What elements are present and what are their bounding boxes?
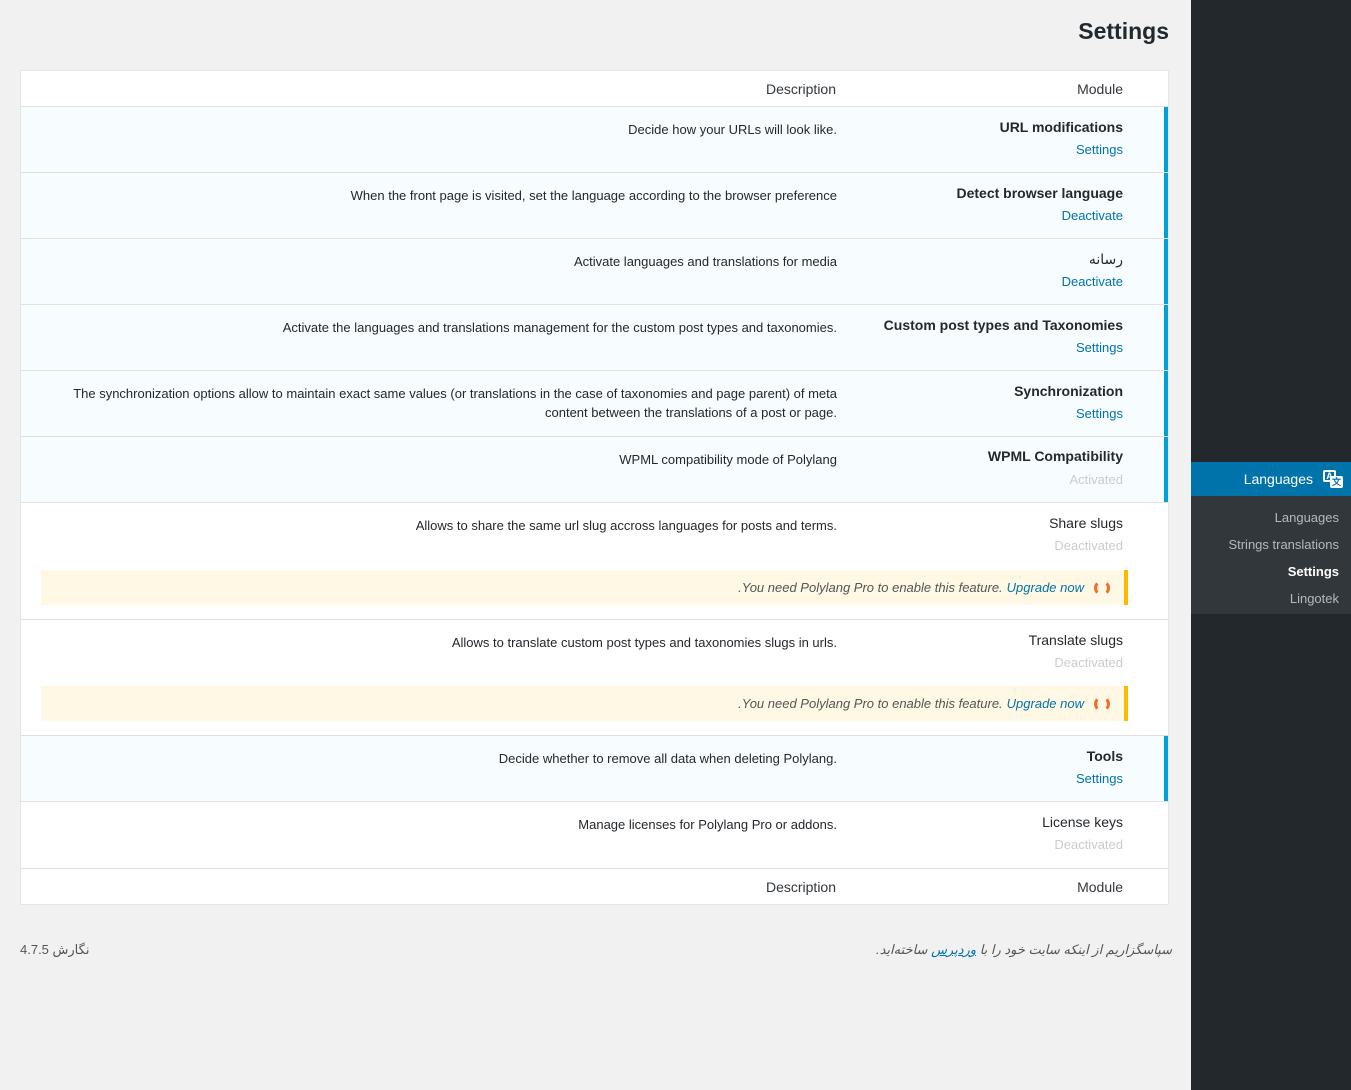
table-row-detect-browser-language: Detect browser language Deactivate When …	[21, 173, 1168, 239]
module-description: WPML compatibility mode of Polylang	[619, 452, 837, 467]
upgrade-now-link[interactable]: Upgrade now	[1007, 696, 1084, 711]
table-row-share-slugs: Share slugs Deactivated .Allows to share…	[21, 503, 1168, 620]
description-line-2: .content between the translations of a p…	[545, 405, 837, 420]
column-footer-description[interactable]: Description	[766, 879, 836, 895]
module-description: .Activate the languages and translations…	[282, 320, 837, 335]
module-description: Activate languages and translations for …	[573, 254, 837, 269]
description-line-1: The synchronization options allow to mai…	[73, 386, 837, 401]
column-footer-module[interactable]: Module	[1077, 879, 1123, 895]
module-description: .Decide whether to remove all data when …	[498, 751, 837, 766]
table-header: Module Description	[21, 71, 1168, 107]
module-description: When the front page is visited, set the …	[350, 188, 837, 203]
module-action-link[interactable]: Settings	[1076, 771, 1123, 786]
module-name: Custom post types and Taxonomies	[883, 317, 1123, 333]
column-header-description[interactable]: Description	[766, 81, 836, 97]
menu-languages[interactable]: Languages A文	[1191, 462, 1351, 496]
notice-text: .You need Polylang Pro to enable this fe…	[738, 696, 1003, 711]
table-row-tools: Tools Settings .Decide whether to remove…	[21, 736, 1168, 802]
refresh-icon	[1094, 695, 1110, 712]
table-footer: Module Description	[21, 868, 1168, 904]
upgrade-now-link[interactable]: Upgrade now	[1007, 580, 1084, 595]
module-status: Activated	[1069, 472, 1123, 487]
module-name: WPML Compatibility	[987, 448, 1123, 464]
module-name: رسانه	[1088, 251, 1123, 267]
module-name: Translate slugs	[1028, 632, 1123, 648]
languages-submenu: Languages Strings translations Settings …	[1191, 496, 1351, 614]
module-name: Share slugs	[1049, 515, 1123, 531]
table-row-media: رسانه Deactivate Activate languages and …	[21, 239, 1168, 305]
table-row-wpml-compatibility: WPML Compatibility Activated WPML compat…	[21, 437, 1168, 503]
table-row-synchronization: Synchronization Settings The synchroniza…	[21, 371, 1168, 437]
footer-thanks: سپاسگزاریم از اینکه سایت خود را با وردپر…	[800, 942, 1172, 958]
module-name: URL modifications	[999, 119, 1123, 135]
submenu-item-languages[interactable]: Languages	[1191, 504, 1351, 531]
module-action-link[interactable]: Deactivate	[1062, 274, 1123, 289]
footer-thanks-before: سپاسگزاریم از اینکه سایت خود را با	[979, 942, 1172, 957]
table-row-custom-post-types: Custom post types and Taxonomies Setting…	[21, 305, 1168, 371]
refresh-icon	[1094, 579, 1110, 596]
module-description: .Allows to share the same url slug accro…	[415, 518, 837, 533]
module-action-link[interactable]: Settings	[1076, 340, 1123, 355]
upgrade-notice: .You need Polylang Pro to enable this fe…	[41, 686, 1128, 721]
table-row-translate-slugs: Translate slugs Deactivated .Allows to t…	[21, 620, 1168, 736]
module-name: License keys	[1042, 814, 1123, 830]
page-title: Settings	[1078, 18, 1169, 44]
module-status: Deactivated	[1054, 655, 1123, 670]
module-name: Detect browser language	[956, 185, 1124, 201]
notice-text: .You need Polylang Pro to enable this fe…	[738, 580, 1003, 595]
module-action-link[interactable]: Settings	[1076, 406, 1123, 421]
module-description: The synchronization options allow to mai…	[47, 384, 837, 422]
translate-icon: A文	[1323, 470, 1343, 488]
module-description: .Allows to translate custom post types a…	[451, 635, 837, 650]
footer-version: نگارش 4.7.5	[20, 942, 90, 957]
module-description: .Decide how your URLs will look like	[628, 122, 837, 137]
submenu-item-strings-translations[interactable]: Strings translations	[1191, 531, 1351, 558]
module-action-link[interactable]: Deactivate	[1062, 208, 1123, 223]
module-status: Deactivated	[1054, 538, 1123, 553]
submenu-item-settings[interactable]: Settings	[1191, 558, 1351, 585]
table-row-license-keys: License keys Deactivated .Manage license…	[21, 802, 1168, 868]
modules-table: Module Description URL modifications Set…	[20, 70, 1169, 905]
module-description: .Manage licenses for Polylang Pro or add…	[578, 817, 837, 832]
module-name: Synchronization	[1014, 383, 1123, 399]
footer-wordpress-link[interactable]: وردپرس	[931, 942, 976, 957]
menu-languages-label: Languages	[1243, 471, 1313, 487]
module-status: Deactivated	[1054, 837, 1123, 852]
upgrade-notice: .You need Polylang Pro to enable this fe…	[41, 570, 1128, 605]
table-row-url-modifications: URL modifications Settings .Decide how y…	[21, 107, 1168, 173]
footer-thanks-after: ساخته‌اید.	[875, 942, 928, 957]
column-header-module[interactable]: Module	[1077, 81, 1123, 97]
module-name: Tools	[1086, 748, 1123, 764]
admin-sidebar: Languages A文 Languages Strings translati…	[1191, 0, 1351, 1090]
module-action-link[interactable]: Settings	[1076, 142, 1123, 157]
submenu-item-lingotek[interactable]: Lingotek	[1191, 585, 1351, 612]
